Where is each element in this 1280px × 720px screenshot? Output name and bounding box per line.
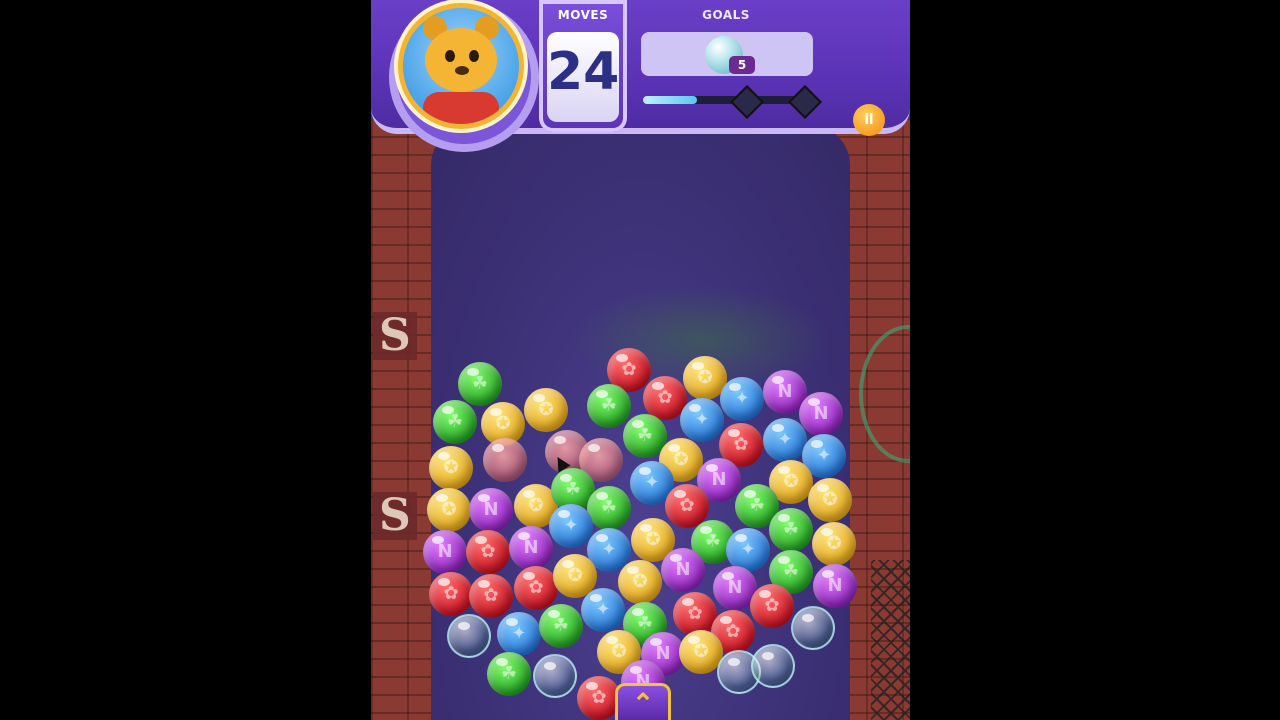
purple-bubble: N bbox=[469, 488, 513, 532]
purple-bubble-symbol-icon: N bbox=[483, 499, 499, 520]
graffiti-sign-bottom: S bbox=[373, 492, 417, 540]
purple-bubble-symbol-icon: N bbox=[437, 541, 453, 562]
yellow-bubble: ✪ bbox=[812, 522, 856, 566]
goals-label: GOALS bbox=[702, 8, 750, 22]
bear-avatar bbox=[403, 8, 519, 124]
clear-bubble bbox=[791, 606, 835, 650]
moves-panel: MOVES 24 bbox=[539, 0, 627, 132]
score-progress-fill bbox=[643, 96, 698, 104]
red-bubble-symbol-icon: ✿ bbox=[480, 541, 496, 562]
clear-bubble bbox=[447, 614, 491, 658]
yellow-bubble: ✪ bbox=[808, 478, 852, 522]
bear-shirt bbox=[423, 92, 499, 124]
purple-bubble-symbol-icon: N bbox=[827, 575, 843, 596]
yellow-bubble: ✪ bbox=[429, 446, 473, 490]
yellow-bubble-symbol-icon: ✪ bbox=[822, 489, 838, 510]
pop-bubble bbox=[483, 438, 527, 482]
bear-face bbox=[425, 28, 497, 92]
red-bubble: ✿ bbox=[750, 584, 794, 628]
clear-bubble bbox=[751, 644, 795, 688]
clear-bubble-symbol-icon bbox=[535, 656, 575, 696]
green-bubble: ☘ bbox=[587, 486, 631, 530]
yellow-bubble-symbol-icon: ✪ bbox=[441, 499, 457, 520]
green-bubble-symbol-icon: ☘ bbox=[600, 497, 618, 518]
moves-counter: 24 bbox=[547, 42, 620, 102]
blue-bubble: ✦ bbox=[497, 612, 541, 656]
bear-eye-left bbox=[445, 50, 455, 62]
star-milestone-2-icon bbox=[788, 85, 822, 119]
clear-bubble-symbol-icon bbox=[753, 646, 793, 686]
bear-nose bbox=[455, 66, 469, 75]
yellow-bubble: ✪ bbox=[427, 488, 471, 532]
yellow-bubble-symbol-icon: ✪ bbox=[443, 457, 459, 478]
yellow-bubble-symbol-icon: ✪ bbox=[826, 533, 842, 554]
red-bubble-symbol-icon: ✿ bbox=[443, 583, 459, 604]
green-bubble-symbol-icon: ☘ bbox=[782, 519, 800, 540]
blue-bubble: ✦ bbox=[680, 398, 724, 442]
green-bubble: ☘ bbox=[433, 400, 477, 444]
moves-box: 24 bbox=[547, 32, 619, 122]
green-bubble: ☘ bbox=[769, 508, 813, 552]
blue-bubble-symbol-icon: ✦ bbox=[511, 623, 527, 644]
red-bubble-symbol-icon: ✿ bbox=[764, 595, 780, 616]
blue-bubble: ✦ bbox=[720, 377, 764, 421]
blue-bubble-symbol-icon: ✦ bbox=[595, 599, 611, 620]
purple-bubble: N bbox=[423, 530, 467, 574]
red-bubble: ✿ bbox=[466, 530, 510, 574]
blue-bubble: ✦ bbox=[581, 588, 625, 632]
purple-bubble-symbol-icon: N bbox=[675, 559, 691, 580]
blue-bubble: ✦ bbox=[763, 418, 807, 462]
purple-bubble-symbol-icon: N bbox=[523, 537, 539, 558]
green-bubble-symbol-icon: ☘ bbox=[500, 663, 518, 684]
clear-bubble-symbol-icon bbox=[449, 616, 489, 656]
bear-eye-right bbox=[469, 50, 479, 62]
score-progress-bar bbox=[643, 85, 822, 119]
yellow-bubble-symbol-icon: ✪ bbox=[538, 399, 554, 420]
moves-label: MOVES bbox=[557, 8, 609, 22]
hud-header: MOVES 24 GOALS 5 bbox=[371, 0, 910, 152]
goals-panel: 5 bbox=[641, 32, 813, 76]
purple-bubble: N bbox=[813, 564, 857, 608]
green-bubble-symbol-icon: ☘ bbox=[552, 615, 570, 636]
game-stage: S S ✿ ☘ ✪ ✪ ☘ ✿ ✦ N ☘ ✪ ✦ N ☘ ✿ ✦ ✦ ✪ ✪ ✦ N ✪ ✪ ✪ N ✪ ☘ ☘ ✿ ☘ ☘ ✦ ✪ ☘ ✦ ✪ N… bbox=[371, 0, 910, 720]
green-bubble: ☘ bbox=[539, 604, 583, 648]
graffiti-sign-top: S bbox=[373, 312, 417, 360]
radio-tower-decoration bbox=[871, 560, 910, 720]
red-bubble: ✿ bbox=[429, 572, 473, 616]
blue-bubble-symbol-icon: ✦ bbox=[734, 388, 750, 409]
blue-bubble-symbol-icon: ✦ bbox=[777, 429, 793, 450]
goal-count-badge: 5 bbox=[729, 56, 755, 74]
purple-bubble: N bbox=[661, 548, 705, 592]
shooter-launcher-button[interactable]: ⌃ bbox=[615, 683, 671, 720]
blue-bubble-symbol-icon: ✦ bbox=[694, 409, 710, 430]
yellow-bubble: ✪ bbox=[524, 388, 568, 432]
star-milestone-1-icon bbox=[730, 85, 764, 119]
green-bubble-symbol-icon: ☘ bbox=[446, 411, 464, 432]
pop-bubble-symbol-icon bbox=[483, 438, 527, 482]
purple-bubble: N bbox=[509, 526, 553, 570]
clear-bubble-symbol-icon bbox=[793, 608, 833, 648]
green-bubble: ☘ bbox=[487, 652, 531, 696]
clear-bubble bbox=[533, 654, 577, 698]
pause-button[interactable]: II bbox=[853, 104, 885, 136]
